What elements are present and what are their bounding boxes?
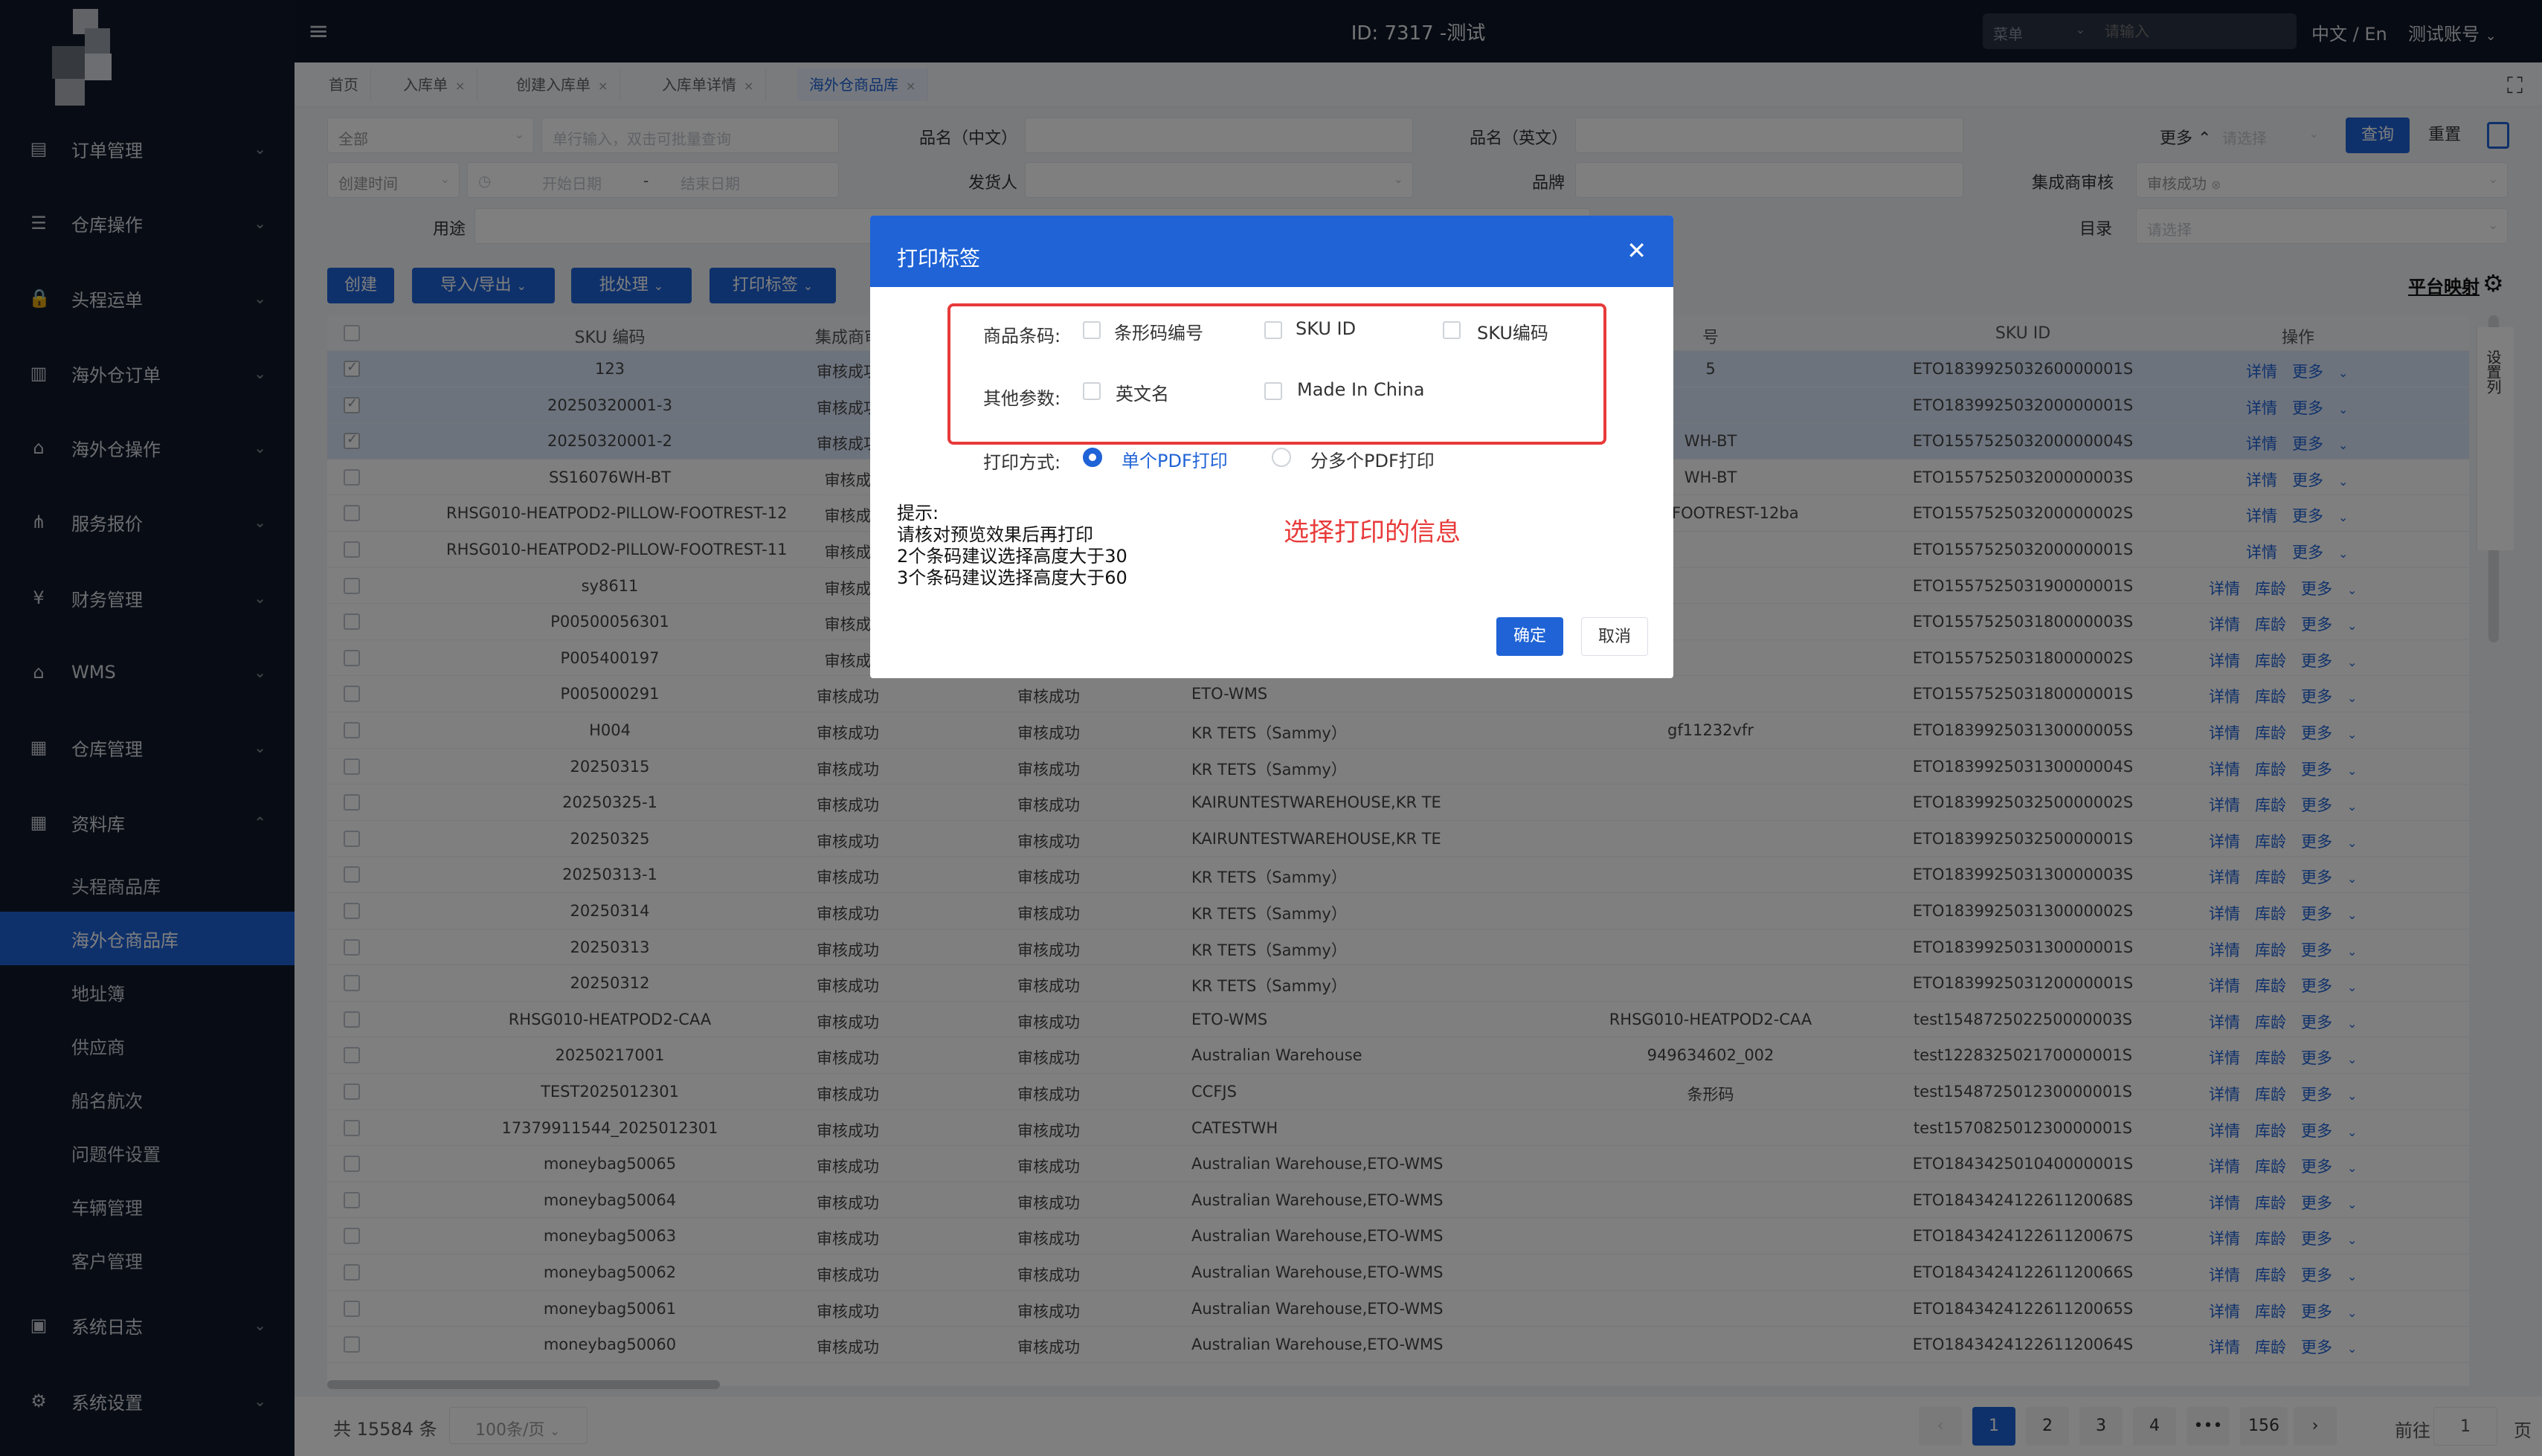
sku-id-checkbox[interactable] (1264, 321, 1282, 339)
made-in-china-option[interactable]: Made In China (1297, 379, 1425, 400)
single-pdf-radio[interactable] (1083, 448, 1102, 467)
sku-code-checkbox[interactable] (1443, 321, 1461, 339)
english-name-checkbox[interactable] (1083, 382, 1101, 400)
tips-block: 提示: 请核对预览效果后再打印 2个条码建议选择高度大于30 3个条码建议选择高… (897, 503, 1127, 589)
annotation-text: 选择打印的信息 (1284, 518, 1461, 547)
close-icon[interactable]: ✕ (1626, 236, 1647, 265)
confirm-button[interactable]: 确定 (1496, 617, 1563, 656)
dialog-title: 打印标签 (897, 246, 981, 271)
made-in-china-checkbox[interactable] (1264, 382, 1282, 400)
tip-line: 2个条码建议选择高度大于30 (897, 546, 1127, 567)
multi-pdf-option[interactable]: 分多个PDF打印 (1310, 446, 1435, 472)
english-name-option[interactable]: 英文名 (1116, 379, 1169, 405)
print-label-dialog: 打印标签 ✕ 商品条码: 条形码编号 SKU ID SKU编码 其他参数: 英文… (870, 216, 1673, 678)
print-mode-label: 打印方式: (983, 452, 1061, 473)
cancel-button[interactable]: 取消 (1581, 617, 1648, 656)
other-params-label: 其他参数: (983, 388, 1061, 409)
dialog-header: 打印标签 ✕ (870, 216, 1673, 287)
barcode-number-checkbox[interactable] (1083, 321, 1101, 339)
sku-code-option[interactable]: SKU编码 (1477, 318, 1548, 344)
multi-pdf-radio[interactable] (1272, 448, 1291, 467)
sku-id-option[interactable]: SKU ID (1296, 318, 1356, 339)
tip-line: 请核对预览效果后再打印 (897, 524, 1093, 545)
barcode-label: 商品条码: (983, 326, 1061, 347)
tip-line: 3个条码建议选择高度大于60 (897, 567, 1127, 588)
single-pdf-option[interactable]: 单个PDF打印 (1122, 446, 1228, 472)
barcode-number-option[interactable]: 条形码编号 (1114, 318, 1203, 344)
tips-title: 提示: (897, 503, 939, 524)
